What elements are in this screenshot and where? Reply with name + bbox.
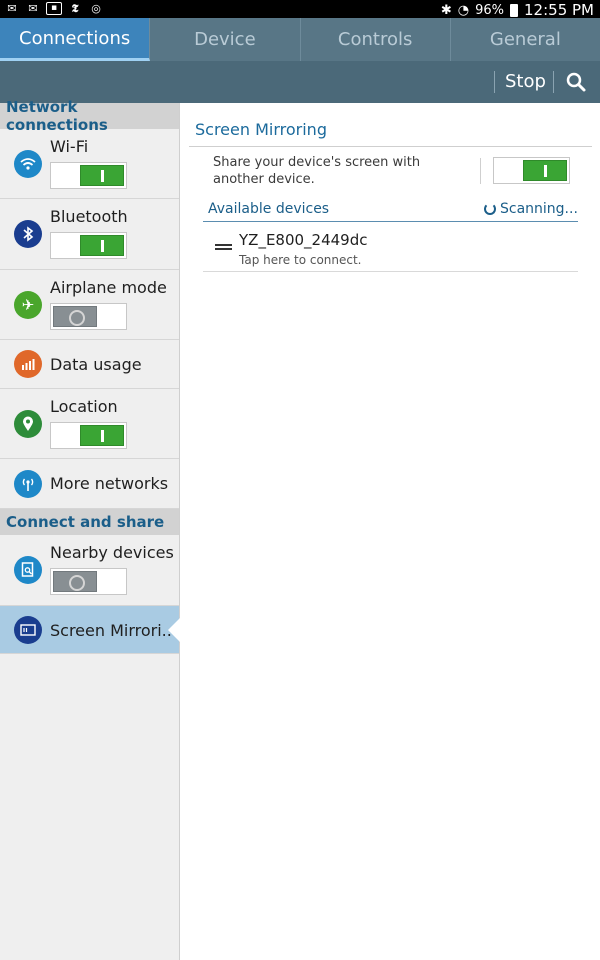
spinner-icon xyxy=(484,203,496,215)
available-devices-header: Available devices xyxy=(208,201,330,217)
screen-mirror-icon xyxy=(14,616,42,644)
scanning-label: Scanning... xyxy=(500,201,578,217)
sidebar-item-label: Bluetooth xyxy=(50,207,128,226)
mail-icon: ✉ xyxy=(28,2,38,15)
sidebar-item-wifi[interactable]: Wi-Fi xyxy=(0,129,179,199)
stop-button[interactable]: Stop xyxy=(505,71,546,92)
compass-icon: ◎ xyxy=(91,2,101,15)
wifi-toggle[interactable] xyxy=(50,162,127,189)
sidebar-item-more-networks[interactable]: More networks xyxy=(0,459,179,509)
settings-tabs: Connections Device Controls General xyxy=(0,18,600,61)
airplane-icon: ✈ xyxy=(14,291,42,319)
bluetooth-toggle[interactable] xyxy=(50,232,127,259)
sidebar-item-data-usage[interactable]: Data usage xyxy=(0,340,179,389)
location-pin-icon xyxy=(14,410,42,438)
action-bar: Stop xyxy=(0,61,600,103)
bluetooth-status-icon: ✱ xyxy=(440,2,452,18)
sidebar-item-airplane-mode[interactable]: ✈ Airplane mode xyxy=(0,270,179,340)
gmail-icon: ✉ xyxy=(7,2,17,15)
device-list-item[interactable]: YZ_E800_2449dc Tap here to connect. xyxy=(203,222,578,272)
tab-general[interactable]: General xyxy=(450,18,600,61)
page-title: Screen Mirroring xyxy=(195,120,327,139)
search-file-icon xyxy=(14,556,42,584)
sidebar-item-label: Nearby devices xyxy=(50,543,174,562)
tv-device-icon xyxy=(215,244,232,250)
divider xyxy=(189,146,592,147)
sidebar: Network connections Wi-Fi Bluetooth ✈ Ai… xyxy=(0,98,180,960)
scanning-status: Scanning... xyxy=(484,201,578,217)
battery-text: 96% xyxy=(475,2,505,18)
screen-mirroring-toggle[interactable] xyxy=(493,157,570,184)
device-subtitle: Tap here to connect. xyxy=(239,253,362,267)
notification-icons: ✉ ✉ ▪ 𝕿 ◎ xyxy=(4,2,104,15)
nearby-devices-toggle[interactable] xyxy=(50,568,127,595)
sidebar-item-location[interactable]: Location xyxy=(0,389,179,459)
selection-indicator xyxy=(168,618,180,642)
tab-device[interactable]: Device xyxy=(150,18,301,61)
section-header-connect-share: Connect and share xyxy=(0,509,179,535)
news-icon: 𝕿 xyxy=(71,2,79,15)
sidebar-item-label: Location xyxy=(50,397,118,416)
sidebar-item-label: Wi-Fi xyxy=(50,137,89,156)
share-description: Share your device's screen with another … xyxy=(213,155,421,187)
clock: 12:55 PM xyxy=(524,1,594,19)
sidebar-item-screen-mirroring[interactable]: Screen Mirrori.. xyxy=(0,606,180,654)
battery-icon xyxy=(510,3,519,17)
screen-mirroring-panel: Screen Mirroring Share your device's scr… xyxy=(181,103,600,960)
sidebar-item-nearby-devices[interactable]: Nearby devices xyxy=(0,535,179,606)
status-bar: ✉ ✉ ▪ 𝕿 ◎ ✱ ◔ 96% 12:55 PM xyxy=(0,0,600,19)
photo-icon: ▪ xyxy=(46,2,62,15)
divider xyxy=(480,158,481,184)
location-toggle[interactable] xyxy=(50,422,127,449)
divider xyxy=(494,71,495,93)
sidebar-item-label: Airplane mode xyxy=(50,278,167,297)
sidebar-item-label: Screen Mirrori.. xyxy=(50,621,172,640)
device-name: YZ_E800_2449dc xyxy=(239,231,368,249)
bar-chart-icon xyxy=(14,350,42,378)
search-icon[interactable] xyxy=(565,71,587,93)
antenna-icon xyxy=(14,470,42,498)
system-status: ✱ ◔ 96% 12:55 PM xyxy=(441,1,594,19)
sidebar-item-bluetooth[interactable]: Bluetooth xyxy=(0,199,179,270)
tab-connections[interactable]: Connections xyxy=(0,18,151,61)
sidebar-item-label: Data usage xyxy=(50,355,142,374)
tab-controls[interactable]: Controls xyxy=(300,18,451,61)
divider xyxy=(553,71,554,93)
wifi-status-icon: ◔ xyxy=(457,2,470,18)
sidebar-item-label: More networks xyxy=(50,474,169,493)
wifi-icon xyxy=(14,150,42,178)
bluetooth-icon xyxy=(14,220,42,248)
airplane-mode-toggle[interactable] xyxy=(50,303,127,330)
section-header-network: Network connections xyxy=(0,98,179,134)
